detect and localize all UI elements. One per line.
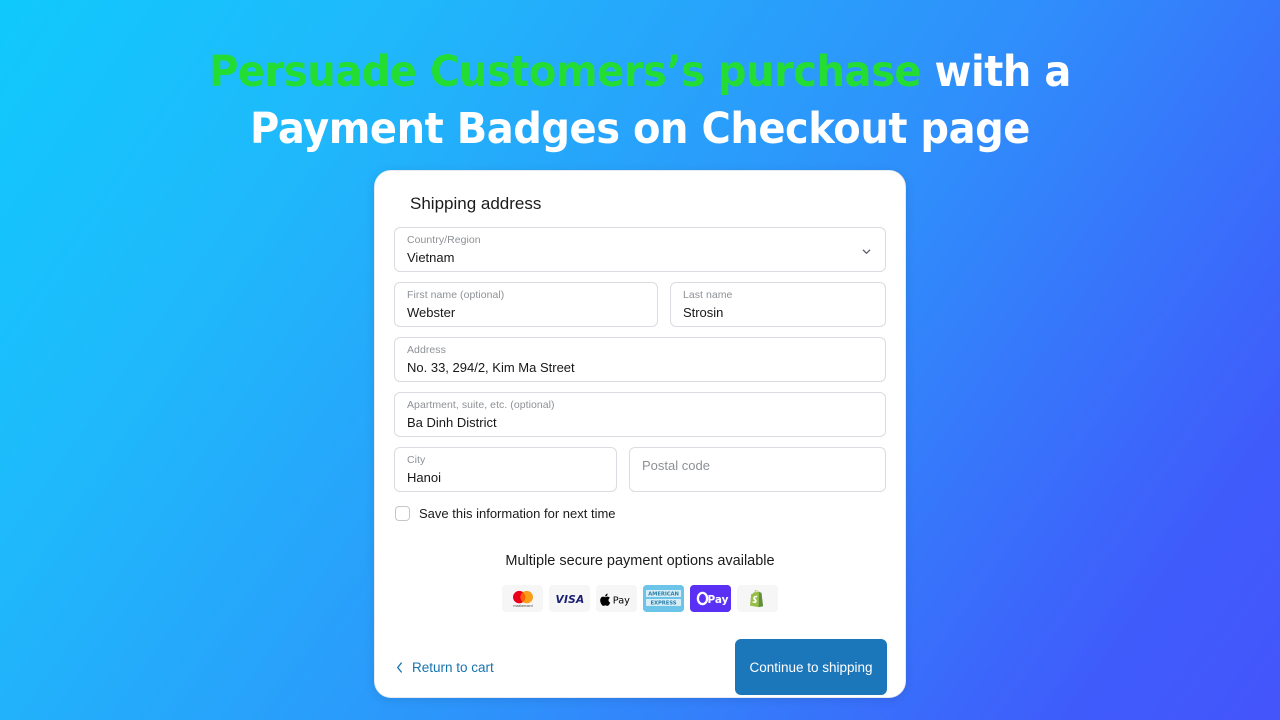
visa-badge: VISA <box>549 585 590 612</box>
city-postal-row: City Hanoi Postal code <box>394 447 886 492</box>
apartment-label: Apartment, suite, etc. (optional) <box>407 399 555 411</box>
save-information-checkbox[interactable] <box>395 506 410 521</box>
svg-text:VISA: VISA <box>555 593 584 605</box>
address-value: No. 33, 294/2, Kim Ma Street <box>407 360 575 375</box>
page-title: Shipping address <box>410 194 542 213</box>
save-information-label: Save this information for next time <box>419 506 616 521</box>
shopify-badge <box>737 585 778 612</box>
address-input[interactable]: Address No. 33, 294/2, Kim Ma Street <box>394 337 886 382</box>
last-name-value: Strosin <box>682 305 724 320</box>
shop-pay-badge: Pay <box>690 585 731 612</box>
headline-accent: Persuade Customers’s purchase <box>209 47 922 97</box>
country-label: Country/Region <box>407 234 481 246</box>
headline-rest: with a <box>921 47 1072 97</box>
return-to-cart-label: Return to cart <box>412 659 494 675</box>
checkout-card: Shipping address Country/Region Vietnam … <box>374 170 906 698</box>
svg-text:Pay: Pay <box>708 594 729 606</box>
mastercard-badge: mastercard <box>502 585 543 612</box>
headline-line2: Payment Badges on Checkout page <box>250 104 1030 154</box>
svg-text:mastercard: mastercard <box>513 604 532 608</box>
postal-code-placeholder: Postal code <box>642 458 710 473</box>
last-name-label: Last name <box>682 289 733 301</box>
american-express-badge: AMERICAN EXPRESS <box>643 585 684 612</box>
save-information-row[interactable]: Save this information for next time <box>395 506 887 521</box>
first-name-label: First name (optional) <box>407 289 505 301</box>
payment-badges: mastercard VISA Pay AMERICAN EXPRESS Pay <box>393 585 887 612</box>
svg-text:Pay: Pay <box>612 595 629 605</box>
apartment-input[interactable]: Apartment, suite, etc. (optional) Ba Din… <box>394 392 886 437</box>
apartment-value: Ba Dinh District <box>407 415 497 430</box>
payments-heading: Multiple secure payment options availabl… <box>505 553 775 569</box>
apartment-row: Apartment, suite, etc. (optional) Ba Din… <box>394 392 886 437</box>
country-row: Country/Region Vietnam <box>394 227 886 272</box>
continue-to-shipping-button[interactable]: Continue to shipping <box>735 639 887 695</box>
return-to-cart-link[interactable]: Return to cart <box>395 660 494 675</box>
page-headline: Persuade Customers’s purchase with a Pay… <box>45 44 1235 158</box>
apple-pay-badge: Pay <box>596 585 637 612</box>
name-row: First name (optional) Webster Last name … <box>394 282 887 327</box>
first-name-value: Webster <box>407 305 456 320</box>
chevron-down-icon <box>861 244 872 255</box>
address-label: Address <box>407 344 446 356</box>
last-name-input[interactable]: Last name Strosin <box>669 282 887 327</box>
country-value: Vietnam <box>407 250 455 265</box>
card-footer: Return to cart Continue to shipping <box>393 639 887 695</box>
svg-text:AMERICAN: AMERICAN <box>648 592 679 598</box>
country-select[interactable]: Country/Region Vietnam <box>394 227 886 272</box>
svg-text:EXPRESS: EXPRESS <box>651 601 677 607</box>
chevron-left-icon <box>395 661 404 674</box>
city-input[interactable]: City Hanoi <box>394 447 618 492</box>
address-row: Address No. 33, 294/2, Kim Ma Street <box>394 337 886 382</box>
first-name-input[interactable]: First name (optional) Webster <box>394 282 658 327</box>
city-value: Hanoi <box>407 470 441 485</box>
postal-code-input[interactable]: Postal code <box>629 447 886 492</box>
city-label: City <box>407 454 426 466</box>
